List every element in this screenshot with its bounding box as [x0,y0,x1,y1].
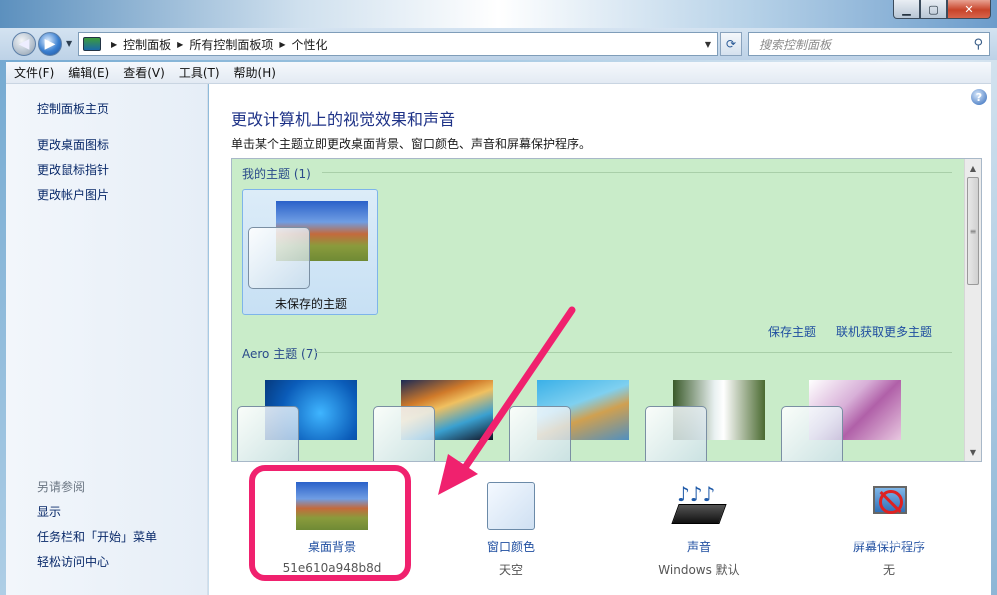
theme-tile-windows7[interactable] [232,369,368,461]
scroll-thumb[interactable]: ≡ [967,177,979,285]
forward-arrow-icon: ▶ [44,36,56,52]
address-box[interactable]: ▶ 控制面板 ▶ 所有控制面板项 ▶ 个性化 ▼ [78,32,718,56]
refresh-icon: ⟳ [725,37,737,51]
menu-view[interactable]: 查看(V) [121,62,167,83]
my-themes-header: 我的主题 (1) [242,167,311,181]
forward-button[interactable]: ▶ [38,32,62,56]
page-title: 更改计算机上的视觉效果和声音 [231,110,456,129]
theme-list-scrollbar[interactable]: ▲ ≡ ▼ [964,159,981,461]
watermark-url: jingyan.baidu.com [805,550,925,565]
menu-help[interactable]: 帮助(H) [232,62,278,83]
theme-tile-landscapes[interactable] [640,369,776,461]
menu-tools[interactable]: 工具(T) [177,62,222,83]
window-color-setting[interactable]: 窗口颜色 天空 [451,482,571,578]
chevron-right-icon[interactable]: ▶ [279,40,285,49]
window-color-link[interactable]: 窗口颜色 [451,538,571,555]
back-arrow-icon: ◀ [18,36,30,52]
window-color-swatch [487,482,535,530]
window-color-value: 天空 [498,563,523,577]
sidebar-control-panel-home[interactable]: 控制面板主页 [37,100,109,117]
address-dropdown-icon[interactable]: ▼ [705,40,711,49]
maximize-button[interactable]: ▢ [920,0,947,19]
search-icon[interactable]: ⚲ [973,37,983,52]
sidebar-ease-of-access[interactable]: 轻松访问中心 [37,553,109,570]
sidebar-change-desktop-icons[interactable]: 更改桌面图标 [37,136,109,153]
section-divider [322,172,952,173]
sidebar: 控制面板主页 更改桌面图标 更改鼠标指针 更改帐户图片 另请参阅 显示 任务栏和… [6,84,208,595]
watermark-logo: Baidu经验 [760,513,945,553]
breadcrumb-personalization[interactable]: 个性化 [292,36,328,53]
see-also-title: 另请参阅 [37,480,86,494]
refresh-button[interactable]: ⟳ [720,32,742,56]
page-description: 单击某个主题立即更改桌面背景、窗口颜色、声音和屏幕保护程序。 [231,137,592,151]
close-button[interactable]: ✕ [947,0,991,19]
control-panel-icon [83,37,101,51]
menu-edit[interactable]: 编辑(E) [66,62,111,83]
theme-tile-unsaved[interactable]: 未保存的主题 [242,189,378,315]
recent-pages-dropdown-icon[interactable]: ▼ [66,39,72,48]
theme-window-preview [237,406,299,461]
search-placeholder: 搜索控制面板 [759,37,832,52]
sidebar-change-account-picture[interactable]: 更改帐户图片 [37,186,109,203]
sidebar-change-mouse-pointer[interactable]: 更改鼠标指针 [37,161,109,178]
back-button[interactable]: ◀ [12,32,36,56]
theme-window-preview [248,227,310,289]
theme-list: 我的主题 (1) 未保存的主题 保存主题 联机获取更多主题 Aero 主题 (7… [231,158,982,462]
theme-tile-architecture[interactable] [368,369,504,461]
sound-setting[interactable]: ♪♪♪ 声音 Windows 默认 [639,482,759,578]
aero-themes-header: Aero 主题 (7) [242,347,319,361]
scroll-down-icon[interactable]: ▼ [965,444,981,460]
breadcrumb-control-panel[interactable]: 控制面板 [123,36,171,53]
theme-window-preview [509,406,571,461]
section-divider [316,352,952,353]
chevron-right-icon[interactable]: ▶ [111,40,117,49]
sidebar-taskbar-start-menu[interactable]: 任务栏和「开始」菜单 [37,528,157,545]
get-more-themes-link[interactable]: 联机获取更多主题 [836,323,932,340]
theme-tile-nature[interactable] [776,369,912,461]
theme-label: 未保存的主题 [274,297,347,311]
help-icon[interactable]: ? [971,89,987,105]
desktop-background [0,0,997,30]
address-bar-row: ◀ ▶ ▼ ▶ 控制面板 ▶ 所有控制面板项 ▶ 个性化 ▼ ⟳ 搜索控制面板 … [0,28,997,60]
window-controls: ▁ ▢ ✕ [893,0,991,20]
highlight-annotation [249,465,411,581]
theme-window-preview [781,406,843,461]
theme-window-preview [645,406,707,461]
search-input[interactable]: 搜索控制面板 ⚲ [748,32,990,56]
minimize-button[interactable]: ▁ [893,0,920,19]
scroll-up-icon[interactable]: ▲ [965,160,981,176]
theme-tile-characters[interactable] [504,369,640,461]
save-theme-link[interactable]: 保存主题 [768,323,816,340]
menu-bar: 文件(F) 编辑(E) 查看(V) 工具(T) 帮助(H) [6,62,991,84]
breadcrumb-all-items[interactable]: 所有控制面板项 [189,36,273,53]
chevron-right-icon[interactable]: ▶ [177,40,183,49]
sidebar-display[interactable]: 显示 [37,503,61,520]
menu-file[interactable]: 文件(F) [12,62,56,83]
sound-link[interactable]: 声音 [639,538,759,555]
theme-window-preview [373,406,435,461]
sound-value: Windows 默认 [658,563,740,577]
sound-icon: ♪♪♪ [671,482,727,530]
